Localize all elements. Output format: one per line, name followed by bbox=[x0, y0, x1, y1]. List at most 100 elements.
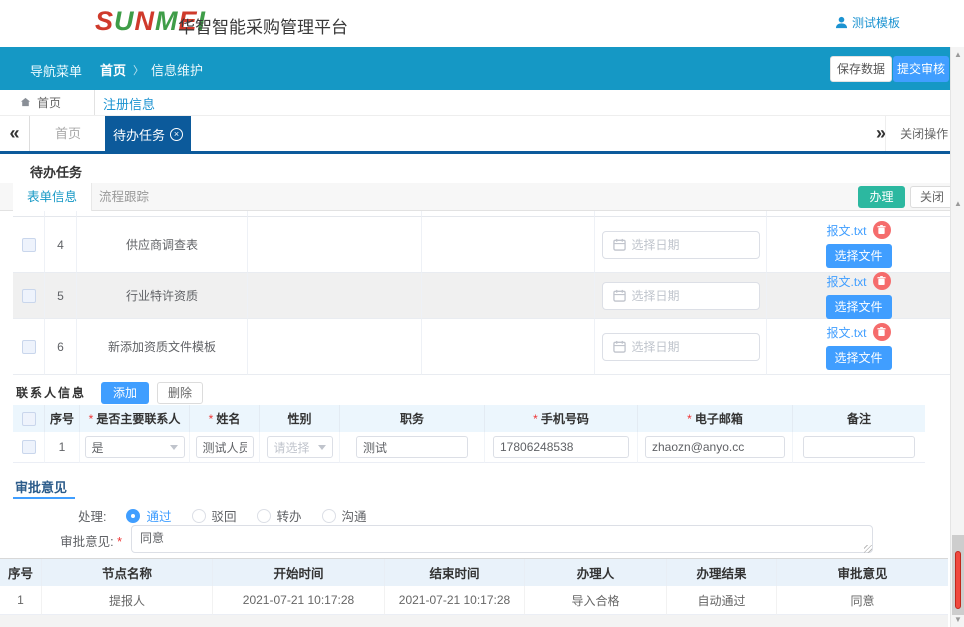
top-header: SUNMEI 华智智能采购管理平台 测试模板 bbox=[0, 0, 964, 47]
textarea-resize-handle[interactable] bbox=[864, 545, 872, 553]
logo-letter: S bbox=[95, 6, 114, 36]
radio-communicate[interactable]: 沟通 bbox=[322, 506, 367, 525]
approval-comment-textarea[interactable]: 同意 bbox=[131, 525, 873, 553]
row-checkbox[interactable] bbox=[22, 289, 36, 303]
nav-menu-button[interactable]: 导航菜单 bbox=[30, 61, 82, 80]
col-no: 序号 bbox=[45, 405, 80, 432]
contacts-title: 联系人信息 bbox=[13, 384, 93, 401]
uploaded-file-link[interactable]: 报文.txt bbox=[826, 222, 866, 239]
col-primary: *是否主要联系人 bbox=[80, 405, 190, 432]
tabs-collapse-icon[interactable] bbox=[0, 116, 30, 152]
approval-comment-label: 审批意见: * bbox=[13, 531, 125, 550]
breadcrumb-current: 信息维护 bbox=[151, 60, 203, 79]
scroll-down-icon[interactable]: ▼ bbox=[951, 615, 964, 624]
close-operations-dropdown[interactable]: 关闭操作 bbox=[885, 116, 956, 152]
contact-name-input[interactable] bbox=[196, 436, 254, 458]
approval-section: 审批意见 处理: 通过 驳回 转办 沟通 审批意见: * bbox=[13, 465, 948, 558]
uploaded-file-link[interactable]: 报文.txt bbox=[826, 273, 866, 290]
delete-contact-button[interactable]: 删除 bbox=[157, 382, 203, 404]
expiry-date-input[interactable]: 选择日期 bbox=[602, 231, 760, 259]
platform-title: 华智智能采购管理平台 bbox=[178, 13, 348, 38]
required-icon: * bbox=[117, 535, 122, 549]
approval-title-underline bbox=[13, 497, 75, 499]
save-data-button[interactable]: 保存数据 bbox=[830, 56, 892, 82]
required-icon: * bbox=[533, 412, 538, 426]
col-remark: 备注 bbox=[793, 405, 925, 432]
submit-review-button[interactable]: 提交审核 bbox=[893, 56, 949, 82]
contacts-section: 联系人信息 添加 删除 序号 *是否主要联系人 *姓名 性别 职务 *手机号码 … bbox=[13, 380, 925, 463]
handle-button[interactable]: 办理 bbox=[858, 186, 905, 208]
qualification-file-table: 4 供应商调查表 选择日期 报文.txt 选择文件 bbox=[13, 211, 950, 375]
choose-file-button[interactable]: 选择文件 bbox=[826, 295, 892, 319]
tab-close-icon[interactable] bbox=[170, 128, 183, 141]
select-all-checkbox[interactable] bbox=[22, 412, 36, 426]
date-placeholder: 选择日期 bbox=[632, 287, 680, 304]
delete-file-icon[interactable] bbox=[873, 323, 891, 341]
row-checkbox[interactable] bbox=[22, 440, 36, 454]
breadcrumb-home[interactable]: 首页 bbox=[100, 60, 126, 79]
gender-select[interactable]: 请选择 bbox=[267, 436, 333, 458]
duty-input[interactable] bbox=[356, 436, 468, 458]
close-button[interactable]: 关闭 bbox=[910, 186, 954, 208]
process-label: 处理: bbox=[78, 506, 106, 525]
register-info-tab[interactable]: 注册信息 bbox=[103, 94, 155, 113]
date-placeholder: 选择日期 bbox=[632, 236, 680, 253]
remark-input[interactable] bbox=[803, 436, 915, 458]
panel-title: 待办任务 bbox=[30, 162, 82, 181]
col-duty: 职务 bbox=[340, 405, 485, 432]
tab-flow-track[interactable]: 流程跟踪 bbox=[85, 183, 163, 211]
scroll-up-icon[interactable]: ▲ bbox=[951, 50, 964, 59]
tab-pending-label: 待办任务 bbox=[113, 125, 165, 144]
table-row: 6 新添加资质文件模板 选择日期 报文.txt 选择文件 bbox=[13, 319, 950, 375]
user-name: 测试模板 bbox=[852, 14, 900, 31]
contact-row: 1 是 请选择 bbox=[13, 432, 925, 463]
choose-file-button[interactable]: 选择文件 bbox=[826, 346, 892, 370]
gender-placeholder: 请选择 bbox=[274, 439, 310, 456]
delete-file-icon[interactable] bbox=[873, 272, 891, 290]
tab-home[interactable]: 首页 bbox=[31, 116, 105, 152]
delete-file-icon[interactable] bbox=[873, 221, 891, 239]
logo-letter: U bbox=[114, 6, 135, 36]
expiry-date-input[interactable]: 选择日期 bbox=[602, 333, 760, 361]
col-gender: 性别 bbox=[260, 405, 340, 432]
sidebar-item-home[interactable]: 首页 bbox=[0, 90, 95, 115]
table-row: 5 行业特许资质 选择日期 报文.txt 选择文件 bbox=[13, 273, 950, 319]
col-phone: *手机号码 bbox=[485, 405, 638, 432]
expiry-date-input[interactable]: 选择日期 bbox=[602, 282, 760, 310]
row-number: 5 bbox=[45, 273, 77, 319]
breadcrumb-separator-icon bbox=[133, 62, 144, 78]
vertical-scrollbar[interactable]: ▲ ▲ ▼ bbox=[950, 47, 964, 627]
file-template-name: 新添加资质文件模板 bbox=[77, 319, 248, 375]
row-checkbox[interactable] bbox=[22, 340, 36, 354]
document-tabbar: 首页 待办任务 关闭操作 bbox=[0, 115, 964, 151]
contacts-table-header: 序号 *是否主要联系人 *姓名 性别 职务 *手机号码 *电子邮箱 备注 bbox=[13, 405, 925, 432]
col-email: *电子邮箱 bbox=[638, 405, 793, 432]
choose-file-button[interactable]: 选择文件 bbox=[826, 244, 892, 268]
radio-approve[interactable]: 通过 bbox=[126, 506, 171, 525]
radio-icon bbox=[257, 509, 271, 523]
email-input[interactable] bbox=[645, 436, 785, 458]
breadcrumb: 首页 信息维护 bbox=[100, 60, 203, 79]
sub-strip: 首页 注册信息 bbox=[0, 90, 964, 115]
phone-input[interactable] bbox=[493, 436, 629, 458]
tab-pending-tasks[interactable]: 待办任务 bbox=[105, 116, 191, 152]
primary-contact-select[interactable]: 是 bbox=[85, 436, 185, 458]
scrollbar-thumb-inner[interactable] bbox=[955, 551, 961, 609]
uploaded-file-link[interactable]: 报文.txt bbox=[826, 324, 866, 341]
col-name: *姓名 bbox=[190, 405, 260, 432]
date-placeholder: 选择日期 bbox=[632, 338, 680, 355]
user-menu[interactable]: 测试模板 bbox=[835, 14, 900, 31]
scroll-up-inner-icon[interactable]: ▲ bbox=[951, 199, 964, 208]
radio-transfer[interactable]: 转办 bbox=[257, 506, 302, 525]
main-navbar: 导航菜单 首页 信息维护 保存数据 提交审核 bbox=[0, 47, 964, 90]
add-contact-button[interactable]: 添加 bbox=[101, 382, 149, 404]
contact-no: 1 bbox=[45, 432, 80, 463]
form-tab-strip: 表单信息 流程跟踪 办理 关闭 bbox=[0, 183, 964, 211]
radio-reject[interactable]: 驳回 bbox=[192, 506, 237, 525]
required-icon: * bbox=[89, 412, 94, 426]
row-checkbox[interactable] bbox=[22, 238, 36, 252]
radio-icon bbox=[192, 509, 206, 523]
tab-form-info[interactable]: 表单信息 bbox=[13, 183, 92, 211]
user-icon bbox=[835, 16, 848, 29]
row-number: 4 bbox=[45, 217, 77, 273]
